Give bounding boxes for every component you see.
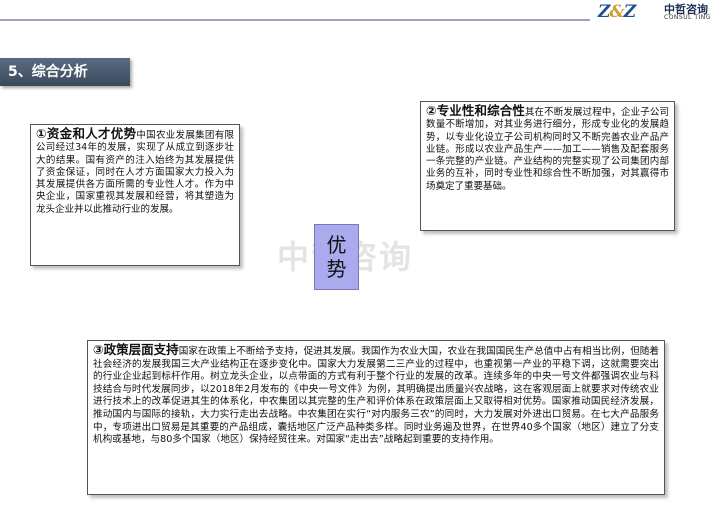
box-heading: ②专业性和综合性 bbox=[426, 103, 525, 118]
box-body: 中国农业发展集团有限公司经过34年的发展，实现了从成立到逐步壮大的结果。国有资产… bbox=[36, 130, 234, 215]
box-body: 国家在政策上不断给予支持，促进其发展。我国作为农业大国，农业在我国国民生产总值中… bbox=[93, 346, 660, 446]
capital-talent-advantage-box: ①资金和人才优势中国农业发展集团有限公司经过34年的发展，实现了从成立到逐步壮大… bbox=[30, 124, 240, 266]
logo-english-name: CONSUL TING bbox=[664, 14, 711, 21]
box-heading: ①资金和人才优势 bbox=[36, 126, 137, 141]
specialization-advantage-box: ②专业性和综合性其在不断发展过程中，企业子公司数量不断增加，对其业务进行细分，形… bbox=[420, 101, 675, 231]
badge-char: 势 bbox=[326, 257, 347, 281]
section-title: 5、综合分析 bbox=[0, 58, 130, 86]
advantage-badge: 优 势 bbox=[314, 224, 359, 290]
header-divider bbox=[0, 19, 590, 21]
box-body: 其在不断发展过程中，企业子公司数量不断增加，对其业务进行细分，形成专业化的发展趋… bbox=[426, 107, 669, 192]
logo-mark: Z&Z bbox=[598, 2, 636, 22]
company-logo: Z&Z 中哲咨询 CONSUL TING bbox=[598, 0, 710, 26]
box-heading: ③政策层面支持 bbox=[93, 342, 179, 357]
badge-char: 优 bbox=[326, 233, 347, 257]
policy-support-box: ③政策层面支持国家在政策上不断给予支持，促进其发展。我国作为农业大国，农业在我国… bbox=[87, 340, 665, 495]
